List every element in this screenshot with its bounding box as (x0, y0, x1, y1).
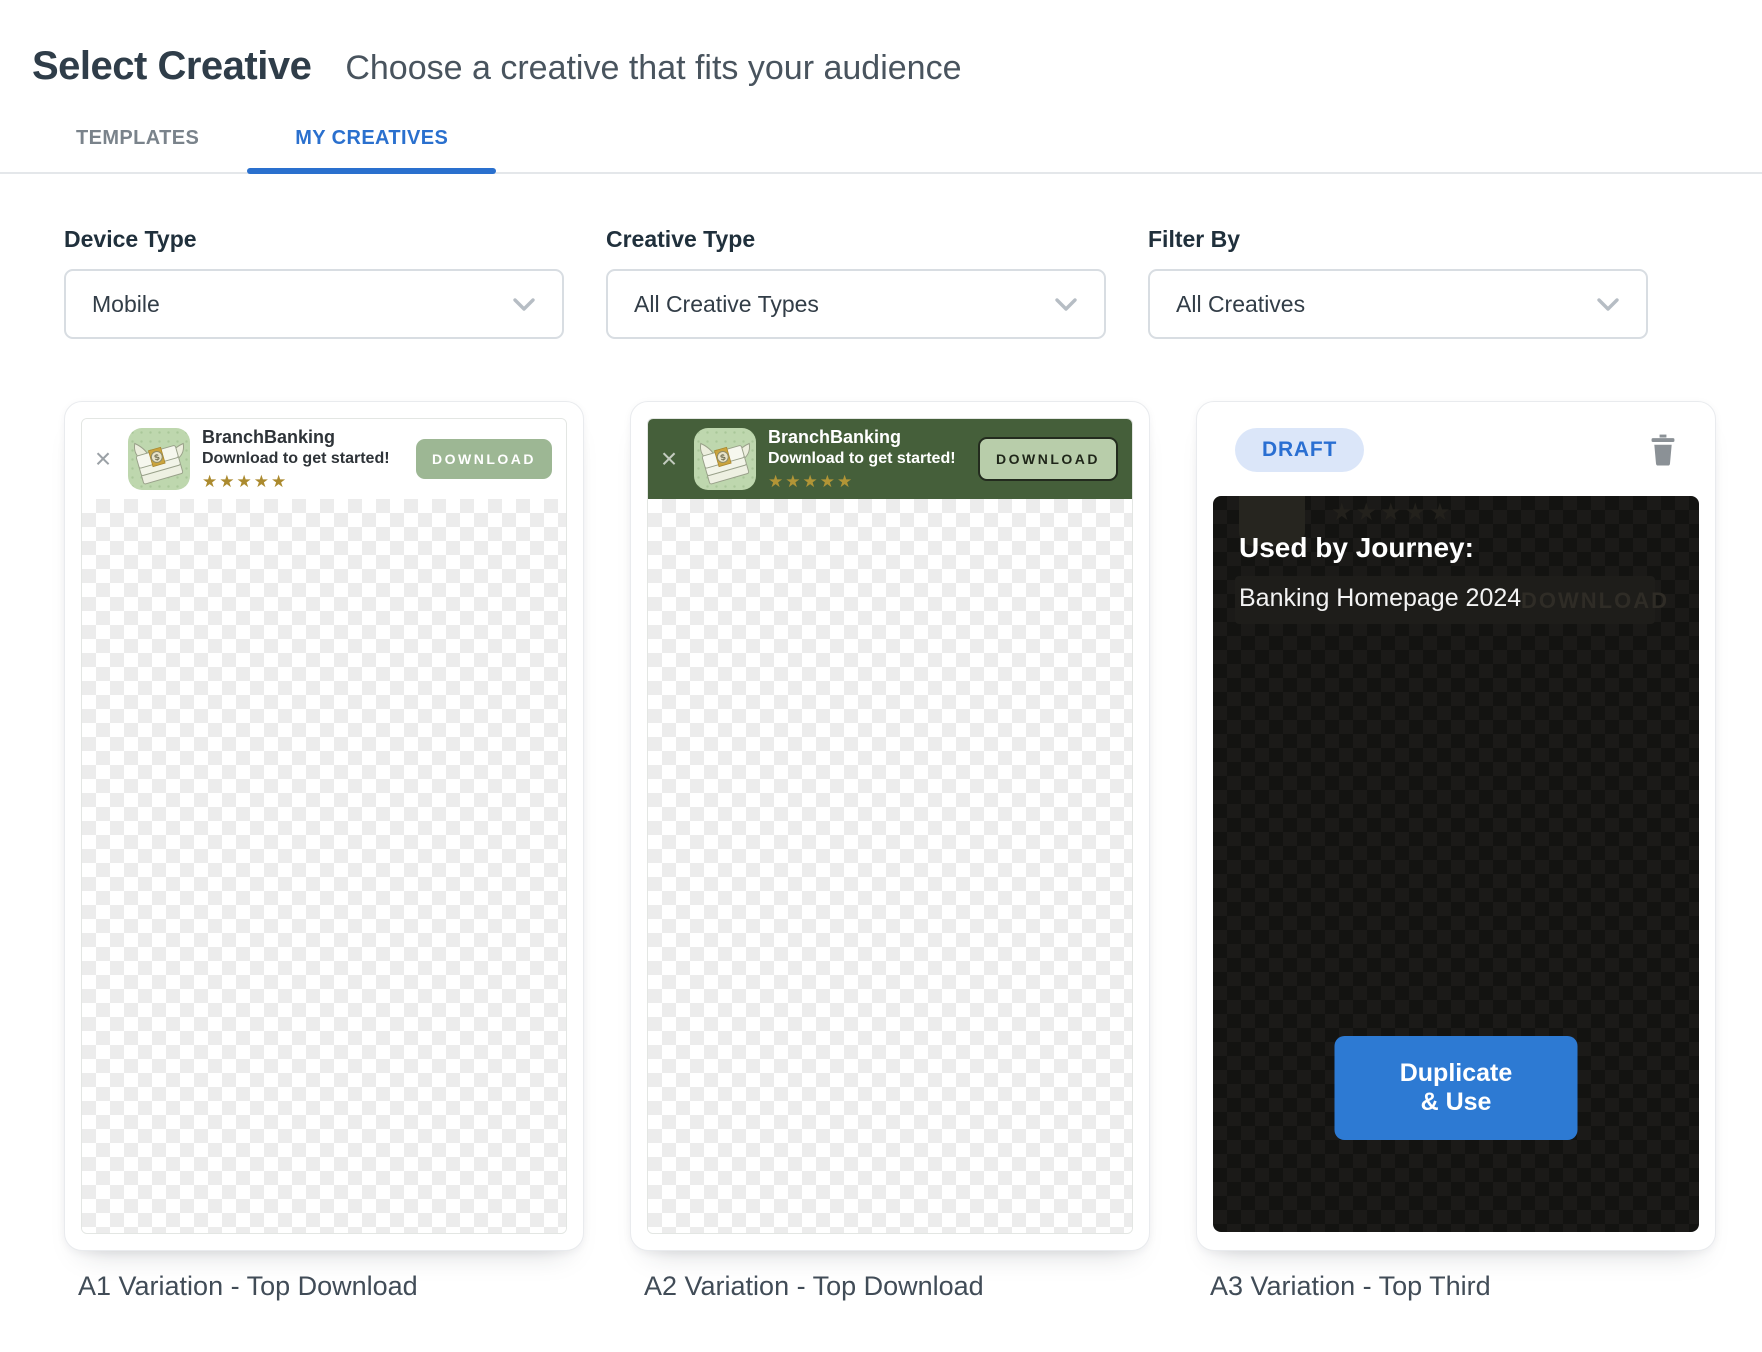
delete-icon[interactable] (1649, 434, 1677, 466)
draft-status-badge: DRAFT (1235, 428, 1364, 472)
transparent-canvas (648, 499, 1132, 1233)
device-type-value: Mobile (92, 291, 160, 318)
app-name: BranchBanking (768, 426, 956, 449)
creative-preview-a1: × $ (81, 418, 567, 1234)
ghost-download-text: DOWNLOAD (1521, 588, 1669, 614)
filter-by-select[interactable]: All Creatives (1148, 269, 1648, 339)
ad-banner-light: × $ (82, 419, 566, 499)
ad-copy: BranchBanking Download to get started! ★… (202, 426, 390, 492)
chevron-down-icon (1596, 297, 1620, 312)
creative-card-a1[interactable]: × $ (64, 401, 584, 1251)
journey-name: Banking Homepage 2024 (1239, 584, 1521, 613)
filter-by-value: All Creatives (1176, 291, 1305, 318)
close-icon: × (656, 445, 682, 473)
download-button[interactable]: DOWNLOAD (416, 439, 552, 479)
money-app-icon: $ (694, 428, 756, 490)
download-button[interactable]: DOWNLOAD (978, 437, 1118, 481)
creative-card-a2[interactable]: × $ (630, 401, 1150, 1251)
ad-copy: BranchBanking Download to get started! ★… (768, 426, 956, 492)
creative-name-a3: A3 Variation - Top Third (1196, 1271, 1716, 1302)
ghost-star-rating-icon: ★★★★★ (1331, 498, 1454, 527)
creative-a1-column: × $ (64, 401, 584, 1302)
tab-my-creatives[interactable]: MY CREATIVES (247, 127, 496, 172)
creative-name-a1: A1 Variation - Top Download (64, 1271, 584, 1302)
ad-banner-green: × $ (648, 419, 1132, 499)
page-subtitle: Choose a creative that fits your audienc… (345, 49, 961, 88)
creative-a3-column: DRAFT ★★★★★ Used by Journey: DOWNLOAD (1196, 401, 1716, 1302)
creative-card-grid: × $ (0, 401, 1762, 1302)
filter-device-type: Device Type Mobile (64, 226, 564, 339)
creative-card-a3[interactable]: DRAFT ★★★★★ Used by Journey: DOWNLOAD (1196, 401, 1716, 1251)
money-app-icon: $ (128, 428, 190, 490)
close-icon: × (90, 445, 116, 473)
filter-by: Filter By All Creatives (1148, 226, 1648, 339)
filter-by-label: Filter By (1148, 226, 1648, 253)
tab-bar: TEMPLATES MY CREATIVES (0, 127, 1762, 174)
star-rating-icon: ★★★★★ (768, 471, 956, 492)
creative-preview-a2: × $ (647, 418, 1133, 1234)
creative-type-label: Creative Type (606, 226, 1106, 253)
select-creative-page: Select Creative Choose a creative that f… (0, 0, 1762, 1352)
creative-type-select[interactable]: All Creative Types (606, 269, 1106, 339)
app-tagline: Download to get started! (202, 449, 390, 469)
used-by-journey-label: Used by Journey: (1239, 532, 1474, 564)
draft-card-header: DRAFT (1213, 418, 1699, 496)
duplicate-and-use-button[interactable]: Duplicate & Use (1335, 1036, 1578, 1140)
creative-name-a2: A2 Variation - Top Download (630, 1271, 1150, 1302)
used-creative-overlay: ★★★★★ Used by Journey: DOWNLOAD Banking … (1213, 496, 1699, 1232)
app-name: BranchBanking (202, 426, 390, 449)
app-tagline: Download to get started! (768, 449, 956, 469)
chevron-down-icon (1054, 297, 1078, 312)
filter-creative-type: Creative Type All Creative Types (606, 226, 1106, 339)
creative-type-value: All Creative Types (634, 291, 819, 318)
transparent-canvas (82, 499, 566, 1233)
tab-templates[interactable]: TEMPLATES (28, 127, 247, 172)
page-header: Select Creative Choose a creative that f… (0, 44, 1762, 89)
device-type-select[interactable]: Mobile (64, 269, 564, 339)
filter-row: Device Type Mobile Creative Type All Cre… (0, 226, 1762, 339)
star-rating-icon: ★★★★★ (202, 471, 390, 492)
chevron-down-icon (512, 297, 536, 312)
creative-a2-column: × $ (630, 401, 1150, 1302)
device-type-label: Device Type (64, 226, 564, 253)
page-title: Select Creative (32, 44, 311, 89)
